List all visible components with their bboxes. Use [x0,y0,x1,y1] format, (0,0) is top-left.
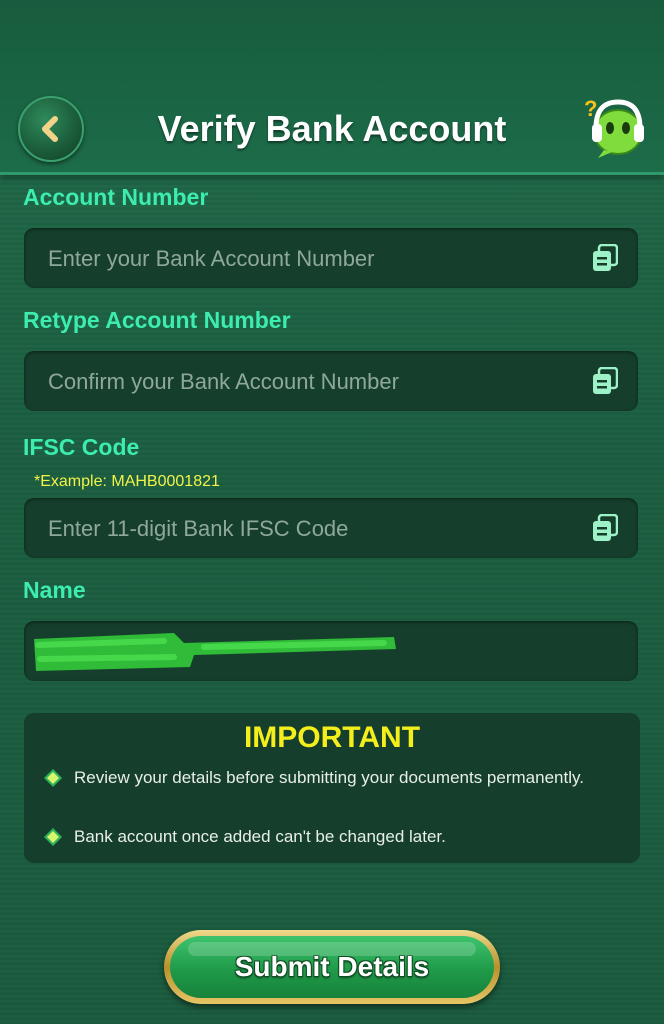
paste-icon[interactable] [592,244,618,272]
retype-account-number-input[interactable] [46,351,590,413]
ifsc-code-label: IFSC Code [23,434,140,460]
retype-account-number-field[interactable] [24,351,638,413]
retype-account-number-label: Retype Account Number [23,307,291,333]
important-notice: IMPORTANT Review your details before sub… [24,713,640,863]
account-number-input[interactable] [46,228,590,290]
name-label: Name [23,577,86,603]
notice-text: Review your details before submitting yo… [74,768,584,787]
customer-support-button[interactable]: ? [582,94,652,162]
important-title: IMPORTANT [243,721,421,754]
ifsc-code-input[interactable] [46,498,590,560]
diamond-bullet-icon [44,769,62,787]
paste-icon[interactable] [592,514,618,542]
submit-button-label: Submit Details [170,936,494,998]
notice-text: Bank account once added can't be changed… [74,827,446,846]
page-title: Verify Bank Account [157,108,507,149]
ifsc-example-hint: *Example: MAHB0001821 [34,473,220,490]
customer-support-icon: ? [584,96,644,158]
submit-details-button[interactable]: Submit Details [164,930,500,1004]
paste-icon[interactable] [592,367,618,395]
name-field[interactable] [24,621,638,681]
redaction-scribble [34,633,396,671]
ifsc-code-field[interactable] [24,498,638,560]
account-number-label: Account Number [23,184,209,210]
diamond-bullet-icon [44,828,62,846]
account-number-field[interactable] [24,228,638,290]
